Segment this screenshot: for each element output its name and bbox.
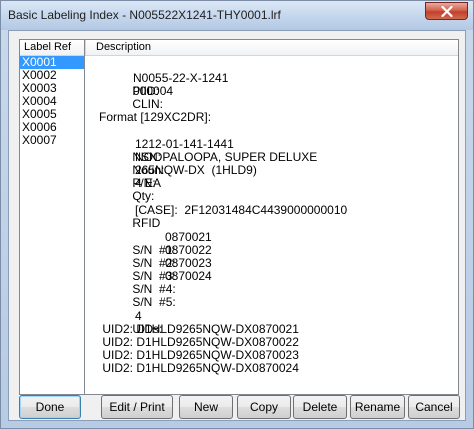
done-button[interactable]: Done	[19, 395, 81, 419]
clin-line: CLIN: 000004	[99, 85, 173, 111]
description-column-header[interactable]: Description	[85, 40, 458, 56]
cancel-button[interactable]: Cancel	[408, 395, 460, 419]
label-ref-list[interactable]: Label Ref X0001 X0002 X0003 X0004 X0005 …	[19, 39, 85, 395]
serial-line-4: S/N #4: 0870024	[99, 270, 211, 296]
new-button[interactable]: New	[179, 395, 233, 419]
format-line: Format [129XC2DR]:	[99, 110, 212, 124]
uid-line-4: UID2: D1HLD9265NQW-DX0870024	[99, 361, 299, 375]
description-panel: Description PIID: N0055-22-X-1241 CLIN: …	[85, 39, 459, 395]
close-window-button[interactable]	[425, 2, 468, 20]
window-title: Basic Labeling Index - N005522X1241-THY0…	[8, 8, 281, 22]
title-bar[interactable]: Basic Labeling Index - N005522X1241-THY0…	[1, 1, 473, 30]
qty-line: Qty: 4 EA	[99, 177, 161, 203]
edit-print-button[interactable]: Edit / Print	[101, 395, 173, 419]
delete-button[interactable]: Delete	[293, 395, 347, 419]
qty-label: Qty:	[132, 189, 155, 203]
serial-value: 0870024	[165, 269, 212, 283]
copy-button[interactable]: Copy	[237, 395, 291, 419]
rename-button[interactable]: Rename	[350, 395, 405, 419]
rfid-label: RFID	[132, 216, 161, 230]
dialog-client-area: Label Ref X0001 X0002 X0003 X0004 X0005 …	[8, 30, 466, 421]
dialog-window: Basic Labeling Index - N005522X1241-THY0…	[0, 0, 474, 429]
rfid-value: [CASE]: 2F12031484C4439000000010	[135, 203, 348, 217]
rfid-line: RFID [CASE]: 2F12031484C4439000000010	[99, 204, 347, 230]
list-item-x0007[interactable]: X0007	[20, 134, 84, 147]
qty-value: 4 EA	[135, 176, 162, 190]
serial-label: S/N #5:	[132, 295, 176, 309]
close-icon	[441, 6, 453, 17]
serial-line-5: S/N #5:	[99, 283, 175, 309]
clin-value: 000004	[133, 84, 174, 98]
label-ref-column-header[interactable]: Label Ref	[20, 40, 84, 56]
